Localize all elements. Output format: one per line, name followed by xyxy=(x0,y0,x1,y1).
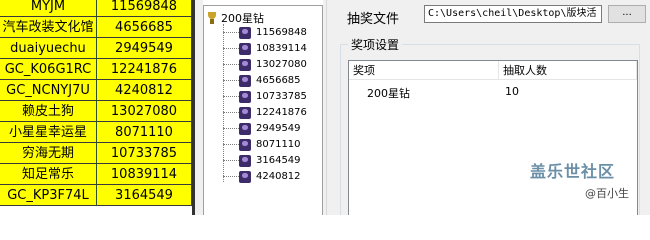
user-name-cell: GC_NCNYJ7U xyxy=(0,80,97,101)
user-id-cell: 12241876 xyxy=(97,59,192,80)
table-row: GC_KP3F74L 3164549 xyxy=(0,185,195,206)
tree-item-label: 13027080 xyxy=(256,59,307,70)
prize-cell[interactable]: 200星钻 xyxy=(367,85,410,101)
prize-settings-title: 奖项设置 xyxy=(348,36,403,53)
table-row: GC_NCNYJ7U 4240812 xyxy=(0,80,195,101)
tree-item-label: 4656685 xyxy=(256,75,301,86)
winner-tree[interactable]: 200星钻 11569848 10839114 13027080 4656685… xyxy=(203,5,323,215)
user-name-cell: 知足常乐 xyxy=(0,164,97,185)
user-name-cell: duaiyuechu xyxy=(0,38,97,59)
user-avatar-icon xyxy=(239,106,251,119)
user-avatar-icon xyxy=(239,90,251,103)
lottery-file-label: 抽奖文件 xyxy=(347,12,400,27)
column-header-count[interactable]: 抽取人数 xyxy=(499,61,637,80)
user-id-cell: 10839114 xyxy=(97,164,192,185)
tree-item[interactable]: 11569848 xyxy=(223,26,307,39)
tree-item[interactable]: 13027080 xyxy=(223,58,307,71)
winner-table: MYJM 11569848 汽车改装文化馆 4656685 duaiyuechu 29… xyxy=(0,0,195,215)
tree-item-label: 11569848 xyxy=(256,27,307,38)
splitter[interactable] xyxy=(326,0,333,215)
user-name-cell: 赖皮土狗 xyxy=(0,101,97,122)
user-name-cell: 穷海无期 xyxy=(0,143,97,164)
watermark-author: @百小生 xyxy=(585,187,629,200)
tree-item[interactable]: 10839114 xyxy=(223,42,307,55)
column-header-prize[interactable]: 奖项 xyxy=(349,61,499,80)
table-row: 小星星幸运星 8071110 xyxy=(0,122,195,143)
user-avatar-icon xyxy=(239,154,251,167)
table-row: MYJM 11569848 xyxy=(0,0,195,17)
tree-item[interactable]: 2949549 xyxy=(223,122,301,135)
lottery-file-path-input[interactable]: C:\Users\cheil\Desktop\版块活 xyxy=(424,5,602,23)
watermark: 盖乐世社区 xyxy=(530,162,616,181)
user-avatar-icon xyxy=(239,26,251,39)
count-cell: 10 xyxy=(505,85,519,98)
trophy-icon xyxy=(206,11,218,25)
user-name-cell: GC_KP3F74L xyxy=(0,185,97,206)
user-avatar-icon xyxy=(239,42,251,55)
tree-item-label: 8071110 xyxy=(256,139,301,150)
user-id-cell: 2949549 xyxy=(97,38,192,59)
table-row: 汽车改装文化馆 4656685 xyxy=(0,17,195,38)
user-id-cell: 11569848 xyxy=(97,0,192,17)
panel-gap xyxy=(195,0,203,215)
table-row: 知足常乐 10839114 xyxy=(0,164,195,185)
user-id-cell: 3164549 xyxy=(97,185,192,206)
user-id-cell: 4656685 xyxy=(97,17,192,38)
user-avatar-icon xyxy=(239,58,251,71)
user-name-cell: MYJM xyxy=(0,0,97,17)
tree-item-label: 3164549 xyxy=(256,155,301,166)
user-avatar-icon xyxy=(239,138,251,151)
tree-item[interactable]: 4656685 xyxy=(223,74,301,87)
tree-item-label: 4240812 xyxy=(256,171,301,182)
table-row: 穷海无期 10733785 xyxy=(0,143,195,164)
tree-item[interactable]: 4240812 xyxy=(223,170,301,183)
user-id-cell: 10733785 xyxy=(97,143,192,164)
tree-item-label: 2949549 xyxy=(256,123,301,134)
tree-item[interactable]: 3164549 xyxy=(223,154,301,167)
user-name-cell: GC_K06G1RC xyxy=(0,59,97,80)
user-name-cell: 小星星幸运星 xyxy=(0,122,97,143)
tree-item-label: 10733785 xyxy=(256,91,307,102)
user-id-cell: 13027080 xyxy=(97,101,192,122)
user-id-cell: 4240812 xyxy=(97,80,192,101)
user-avatar-icon xyxy=(239,74,251,87)
user-avatar-icon xyxy=(239,122,251,135)
table-row: 赖皮土狗 13027080 xyxy=(0,101,195,122)
tree-item[interactable]: 10733785 xyxy=(223,90,307,103)
tree-root-label: 200星钻 xyxy=(221,12,264,25)
tree-root[interactable]: 200星钻 xyxy=(206,10,264,26)
user-id-cell: 8071110 xyxy=(97,122,192,143)
tree-item-label: 12241876 xyxy=(256,107,307,118)
user-avatar-icon xyxy=(239,170,251,183)
tree-item-label: 10839114 xyxy=(256,43,307,54)
table-row: GC_K06G1RC 12241876 xyxy=(0,59,195,80)
tree-item[interactable]: 8071110 xyxy=(223,138,301,151)
table-row: duaiyuechu 2949549 xyxy=(0,38,195,59)
browse-button[interactable]: ... xyxy=(608,5,646,23)
user-name-cell: 汽车改装文化馆 xyxy=(0,17,97,38)
tree-item[interactable]: 12241876 xyxy=(223,106,307,119)
